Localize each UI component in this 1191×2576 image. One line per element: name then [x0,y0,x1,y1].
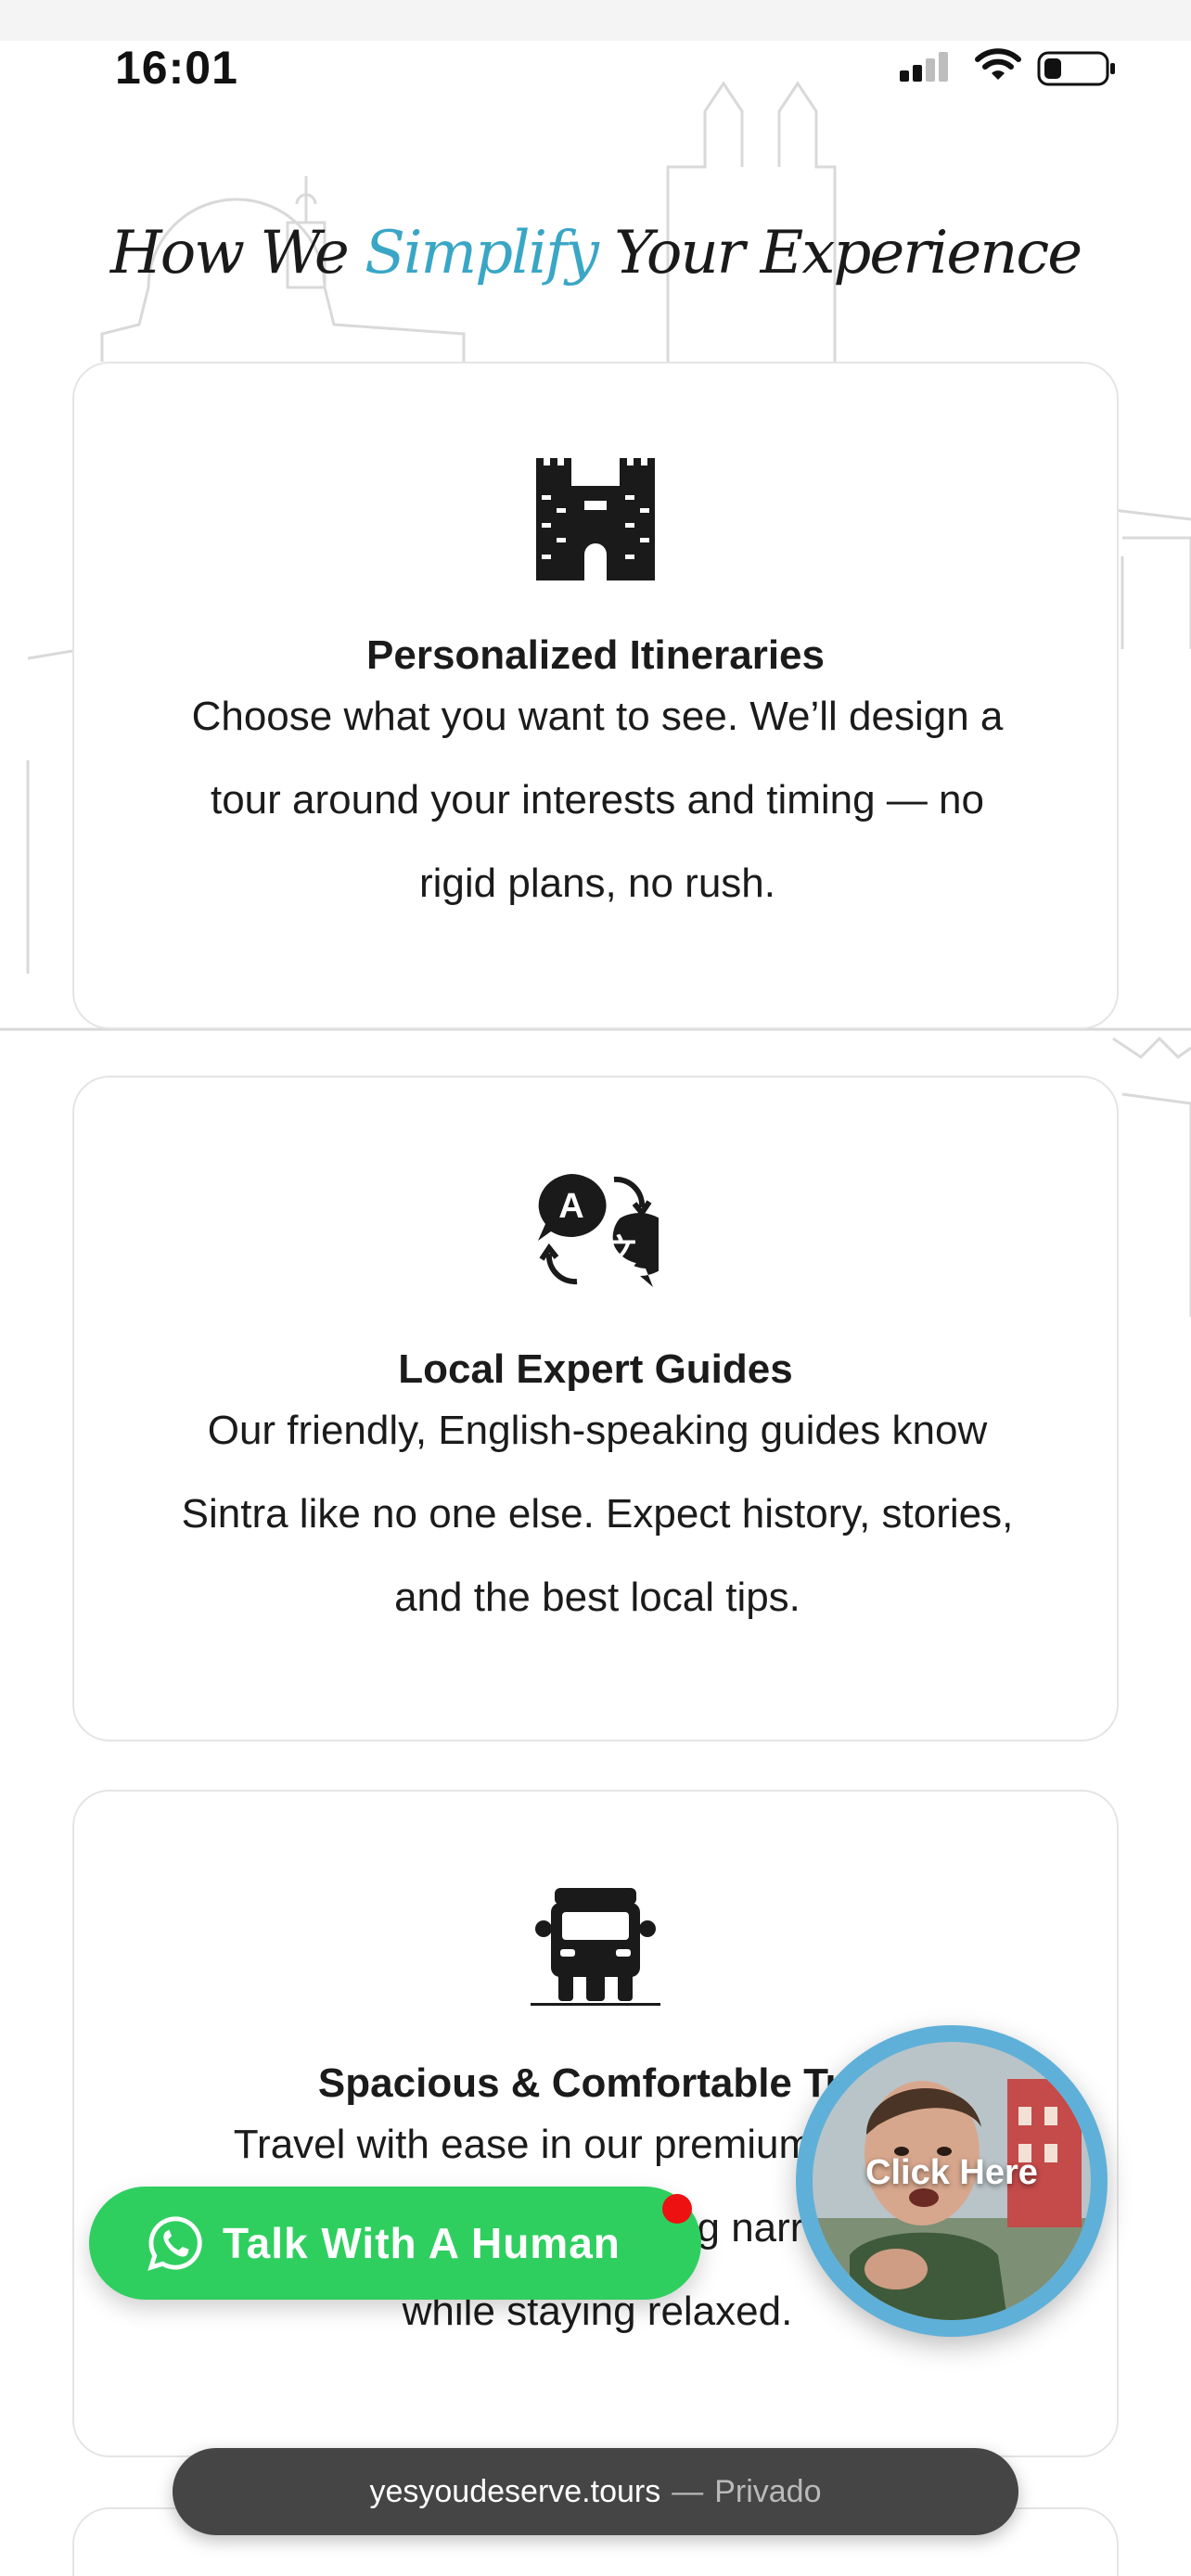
card-title: Personalized Itineraries [366,632,825,678]
url-separator: — [672,2473,704,2509]
section-title: How We Simplify Your Experience [0,219,1191,287]
description-line: rigid plans, no rush. [419,861,775,906]
description-line: Our friendly, English-speaking guides kn… [207,1408,988,1453]
whatsapp-icon [147,2216,202,2271]
svg-text:A: A [558,1187,583,1226]
title-part-1: How We [109,219,365,287]
talk-with-human-label: Talk With A Human [223,2219,621,2267]
tuk-tuk-icon [74,1888,1117,2007]
click-here-label: Click Here [865,2153,1038,2192]
title-accent: Simplify [365,219,599,287]
video-bubble[interactable]: Click Here [796,2025,1108,2337]
url-host: yesyoudeserve.tours [369,2473,661,2509]
card-description: Choose what you want to see. We’ll desig… [130,675,1065,925]
card-title: Local Expert Guides [398,1346,793,1392]
feature-card-itineraries: Personalized Itineraries Choose what you… [72,362,1119,1029]
private-mode-label: Privado [714,2473,822,2509]
castle-icon [74,458,1117,580]
address-bar[interactable]: yesyoudeserve.tours — Privado [173,2448,1018,2535]
notification-dot [662,2194,692,2224]
description-line: tour around your interests and timing — … [210,777,984,823]
browser-top-strip [0,0,1191,41]
description-line: Sintra like no one else. Expect history,… [181,1491,1014,1537]
svg-text:文: 文 [603,1232,636,1270]
feature-card-guides: A 文 Local Expert Guides Our friendly, En… [72,1076,1119,1741]
talk-with-human-button[interactable]: Talk With A Human [89,2187,701,2300]
translate-icon: A 文 [74,1170,1117,1293]
title-part-2: Your Experience [596,219,1082,287]
description-line: and the best local tips. [394,1575,800,1620]
description-line: Choose what you want to see. We’ll desig… [191,694,1004,739]
card-description: Our friendly, English-speaking guides kn… [130,1389,1065,1639]
